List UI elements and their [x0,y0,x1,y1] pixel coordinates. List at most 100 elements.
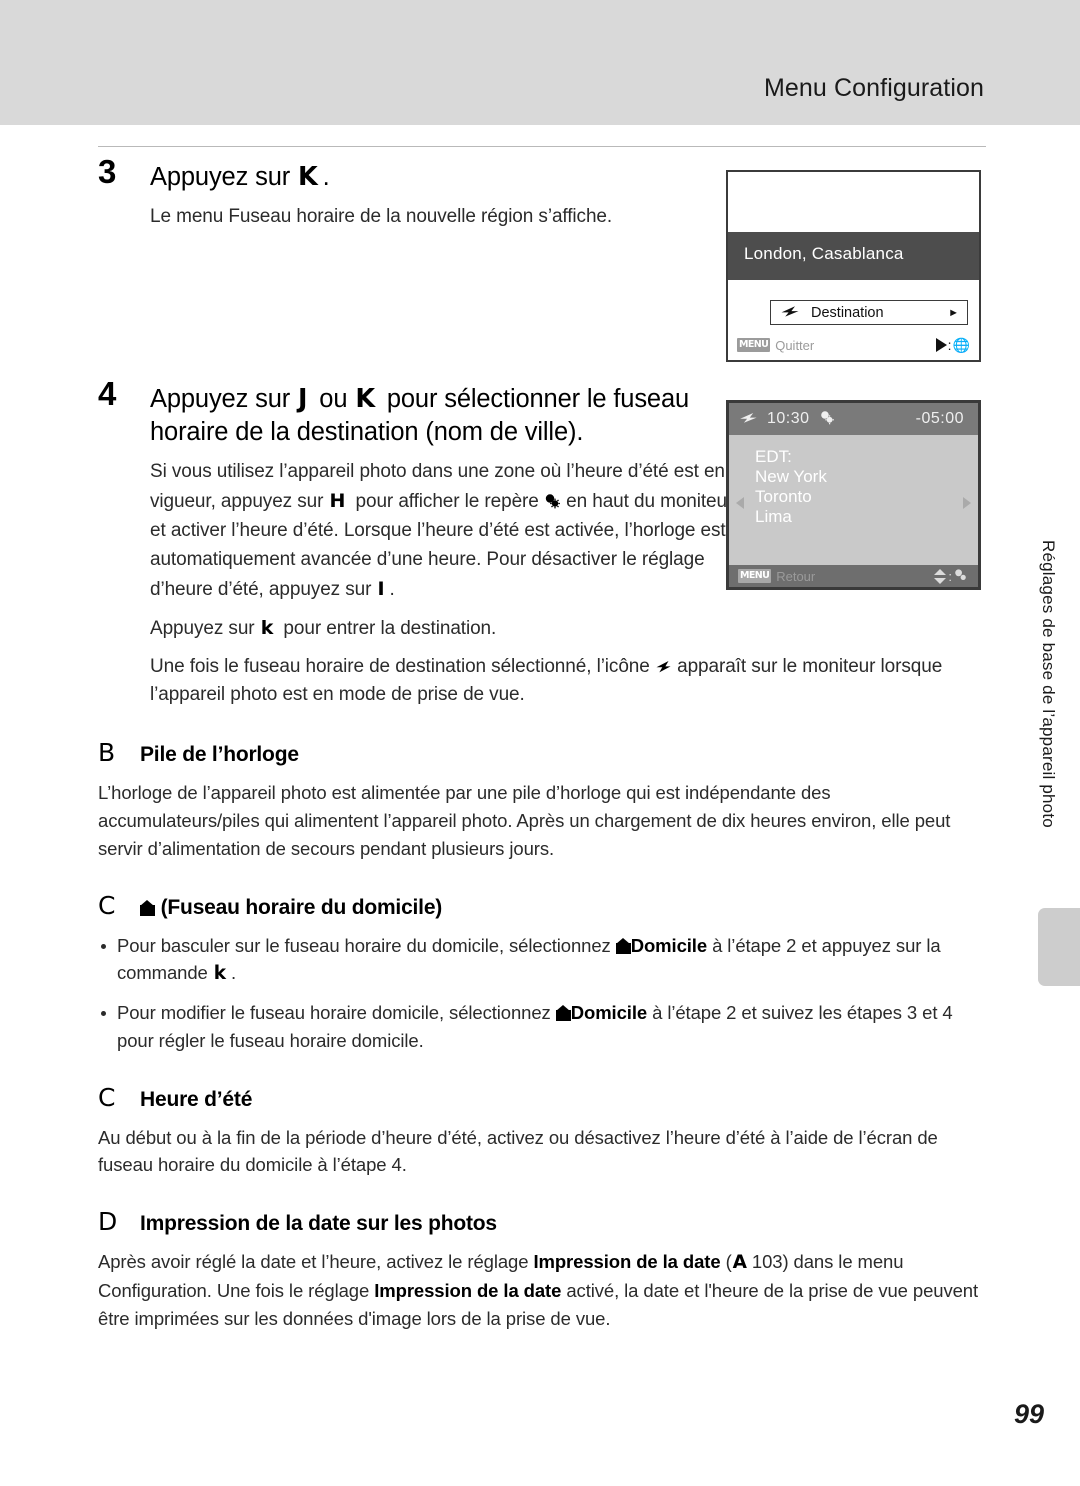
step-3-title-pre: Appuyez sur [150,163,298,191]
camera-screen-destination-map: 10:30 -05:00 EDT: New York Toronto Lima … [726,400,981,590]
screen1-footer: MENU Quitter : 🌐 [728,336,979,354]
menu-button-chip: MENU [738,569,772,583]
chevron-left-icon[interactable] [736,497,744,509]
p4-1d: . [389,578,395,600]
note-home-timezone-head: C (Fuseau horaire du domicile) [98,893,986,920]
note-date-imprint-title: Impression de la date sur les photos [140,1212,497,1236]
p4-2a: Appuyez sur [150,617,260,639]
up-button-symbol-icon: H [329,490,346,513]
updown-clock-icon: : [934,568,969,585]
note-home-timezone-title: (Fuseau horaire du domicile) [140,896,442,920]
note-date-imprint: D Impression de la date sur les photos A… [98,1209,986,1332]
screen2-footer: MENU Retour : [729,565,978,587]
menu-button-chip: MENU [737,338,771,352]
bullet-2-strong: Domicile [570,1002,648,1024]
screen2-world-map: EDT: New York Toronto Lima [729,435,978,565]
page-title: Menu Configuration [764,74,984,102]
screen1-city-label: London, Casablanca [744,244,904,263]
destination-plane-icon [655,658,672,677]
section-side-tab: Réglages de base de l’appareil photo [1039,540,1058,828]
p4-3a: Une fois le fuseau horaire de destinatio… [150,655,655,677]
note-daylight-saving-body: Au début ou à la fin de la période d’heu… [98,1124,986,1180]
home-icon [615,937,631,954]
sun-clock-icon [544,493,561,513]
sun-clock-icon [819,410,836,429]
note-daylight-saving-head: C Heure d’été [98,1085,986,1112]
step-3-title-post: . [322,163,330,191]
note-clock-battery: B Pile de l’horloge L’horloge de l’appar… [98,740,986,862]
note-date-imprint-paragraph: Après avoir réglé la date et l’heure, ac… [98,1248,986,1332]
step-4-title: Appuyez sur J ou K pour sélectionner le … [150,383,750,449]
down-button-symbol-icon: I [377,577,385,600]
colon-separator: : [947,337,952,353]
note-date-imprint-body: Après avoir réglé la date et l’heure, ac… [98,1248,986,1332]
note-mark-icon: C [98,1082,116,1112]
page-number: 99 [1013,1399,1044,1429]
camera-screen-timezone-menu: London, Casablanca Destination ► MENU Qu… [726,170,981,362]
bullet-1c: . [230,962,237,984]
section-divider [98,146,986,147]
screen1-destination-label: Destination [811,304,884,321]
note-clock-battery-paragraph: L’horloge de l’appareil photo est alimen… [98,782,951,859]
step-4-paragraph-3: Une fois le fuseau horaire de destinatio… [150,653,986,711]
up-down-arrows-icon [934,568,947,584]
step-4-paragraph-2: Appuyez sur k pour entrer la destination… [150,614,986,644]
p4-1b: pour afficher le repère [350,491,544,513]
bullet-2a: Pour modifier le fuseau horaire domicile… [117,1002,556,1024]
list-item: Toronto [755,486,812,506]
globe-icon: 🌐 [952,336,970,353]
screen2-back-label: Retour [776,568,816,584]
step-4-paragraph-1: Si vous utilisez l’appareil photo dans u… [150,458,750,604]
nd-strong-2: Impression de la date [374,1279,562,1301]
page-header-band [0,0,1080,125]
ok-command-symbol-icon: k [260,616,274,639]
chevron-right-icon[interactable] [963,497,971,509]
bullet-1a: Pour basculer sur le fuseau horaire du d… [117,934,616,956]
note-mark-icon: D [98,1207,118,1237]
list-item: Lima [755,506,792,526]
step-4-number: 4 [98,375,117,412]
step-4-title-mid: ou [312,385,355,413]
ok-button-symbol-icon: K [298,162,318,192]
note-mark-icon: C [98,890,116,920]
screen2-time: 10:30 [767,410,810,427]
chapter-tab-marker [1038,908,1080,986]
play-globe-icon: : 🌐 [935,336,970,354]
note-clock-battery-head: B Pile de l’horloge [98,740,986,767]
ok-command-symbol-icon: k [213,963,226,985]
left-button-symbol-icon: J [298,384,308,414]
screen2-zone-code: EDT: [755,447,792,466]
colon-separator: : [948,568,952,584]
screen2-utc-offset: -05:00 [915,410,964,427]
note-home-timezone-title-text: (Fuseau horaire du domicile) [160,895,443,919]
screen2-topbar: 10:30 -05:00 [729,403,978,435]
home-icon [140,899,155,916]
note-date-imprint-head: D Impression de la date sur les photos [98,1209,986,1236]
nd-a: Après avoir réglé la date et l’heure, ac… [98,1251,534,1273]
nd-page-ref: 103 [751,1251,783,1273]
home-icon [555,1005,571,1022]
note-daylight-saving: C Heure d’été Au début ou à la fin de la… [98,1085,986,1180]
p4-2b: pour entrer la destination. [278,617,497,639]
note-home-timezone: C (Fuseau horaire du domicile) Pour basc… [98,893,986,1055]
screen1-exit-label: Quitter [775,337,815,353]
list-item: New York [755,466,827,486]
plane-icon [739,411,758,428]
note-clock-battery-body: L’horloge de l’appareil photo est alimen… [98,779,986,862]
plane-icon [780,304,800,322]
note-mark-icon: B [98,738,116,768]
screen2-city-list: EDT: New York Toronto Lima [755,447,827,527]
step-4-title-pre: Appuyez sur [150,385,298,413]
right-button-symbol-icon: K [355,384,375,414]
screen1-destination-row[interactable]: Destination ► [770,300,968,325]
note-clock-battery-title: Pile de l’horloge [140,743,299,767]
sun-clock-icon [953,568,969,585]
note-daylight-saving-title: Heure d’été [140,1087,253,1111]
list-item: Pour basculer sur le fuseau horaire du d… [98,932,986,989]
step-3-number: 3 [98,153,117,190]
list-item: Pour modifier le fuseau horaire domicile… [98,999,986,1055]
note-daylight-saving-paragraph: Au début ou à la fin de la période d’heu… [98,1126,938,1176]
nd-b: ( [720,1251,732,1273]
chevron-right-icon: ► [948,306,959,319]
bullet-1-strong: Domicile [630,934,708,956]
